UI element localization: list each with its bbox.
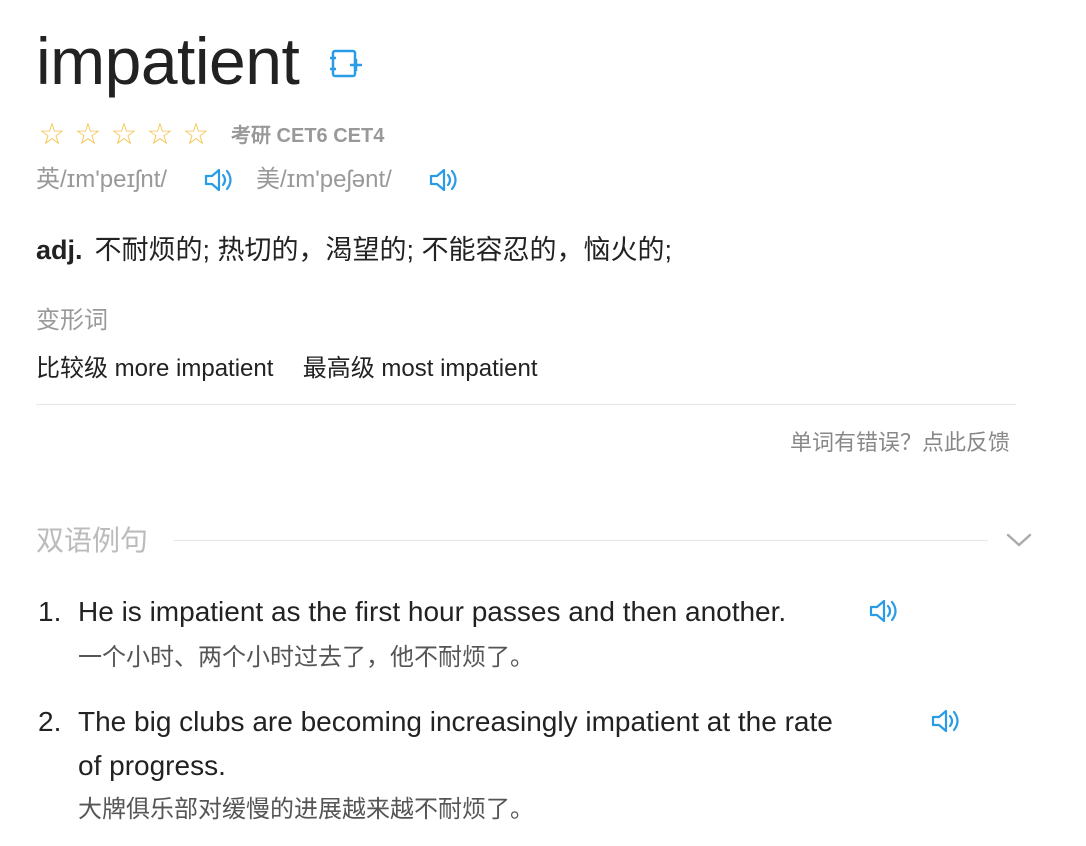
add-to-wordbook-icon[interactable]: [330, 48, 364, 80]
star-icon: ☆: [110, 118, 138, 151]
word-forms-title: 变形词: [36, 307, 108, 334]
uk-pronunciation: 英/ɪm'peɪʃnt/: [36, 166, 168, 193]
feedback-link[interactable]: 单词有错误？点此反馈: [790, 428, 1010, 458]
us-pronunciation: 美/ɪm'peʃənt/: [256, 166, 392, 193]
example-speaker-icon[interactable]: [930, 707, 962, 735]
uk-speaker-icon[interactable]: [203, 166, 235, 194]
superlative-label: 最高级: [302, 355, 375, 382]
example-number: 1.: [38, 596, 62, 627]
superlative-value[interactable]: most impatient: [381, 355, 537, 382]
word-forms: 比较级 more impatient 最高级 most impatient: [36, 353, 537, 385]
comparative-value[interactable]: more impatient: [115, 355, 274, 382]
example-translation-zh: 一个小时、两个小时过去了，他不耐烦了。: [78, 644, 534, 671]
definition-meaning: 不耐烦的; 热切的，渴望的; 不能容忍的，恼火的;: [94, 235, 673, 265]
dictionary-entry-page: impatient ☆ ☆ ☆ ☆ ☆ 考研 CET6 CET4 英/ɪm'pe…: [0, 0, 1086, 846]
star-icon: ☆: [182, 118, 210, 151]
comparative-label: 比较级: [36, 355, 108, 382]
examples-section-title: 双语例句: [36, 525, 149, 556]
star-icon: ☆: [74, 118, 102, 151]
star-icon: ☆: [38, 118, 66, 151]
example-sentence-en: The big clubs are becoming increasingly …: [78, 706, 833, 737]
star-icon: ☆: [146, 118, 174, 151]
section-divider: [174, 540, 988, 541]
example-number: 2.: [38, 706, 62, 737]
example-sentence-en-continued: of progress.: [78, 750, 226, 781]
exam-tags: 考研 CET6 CET4: [231, 125, 385, 147]
example-translation-zh: 大牌俱乐部对缓慢的进展越来越不耐烦了。: [78, 796, 534, 823]
example-sentence-en: He is impatient as the first hour passes…: [78, 596, 787, 627]
divider: [36, 404, 1016, 405]
star-rating: ☆ ☆ ☆ ☆ ☆: [36, 119, 212, 151]
definition: adj. 不耐烦的; 热切的，渴望的; 不能容忍的，恼火的;: [36, 232, 672, 268]
chevron-down-icon[interactable]: [1004, 528, 1034, 552]
us-speaker-icon[interactable]: [428, 166, 460, 194]
part-of-speech: adj.: [36, 235, 83, 265]
example-speaker-icon[interactable]: [868, 597, 900, 625]
headword: impatient: [36, 24, 300, 98]
